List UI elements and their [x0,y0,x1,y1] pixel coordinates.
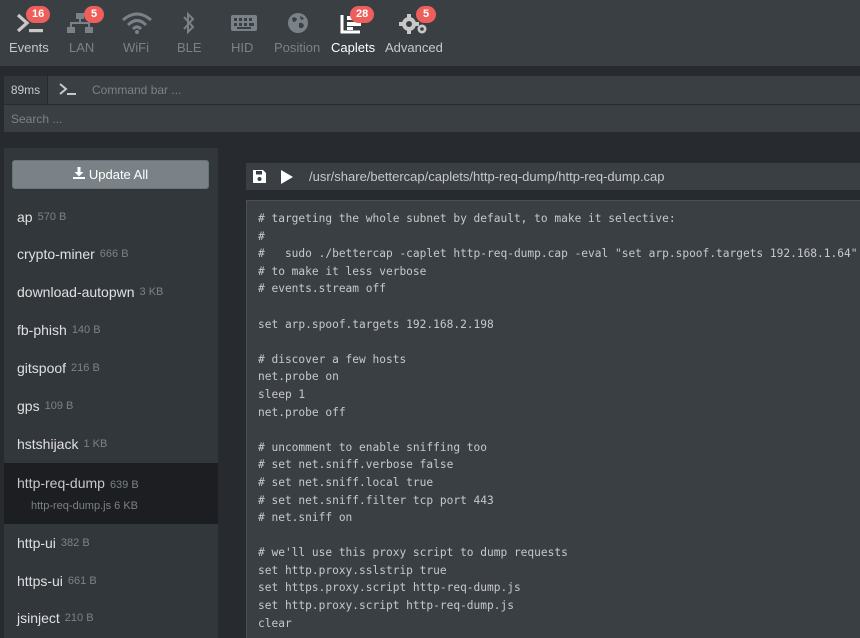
nav-tab-position[interactable]: Position [270,0,326,66]
wifi-icon [121,10,153,36]
nav-tab-events[interactable]: 16 Events [0,0,58,66]
keyboard-icon [230,10,258,36]
nav-label-lan: LAN [69,40,95,55]
nav-label-caplets: Caplets [331,40,376,55]
save-icon [253,170,266,183]
caplet-name: fb-phish [17,322,67,338]
caplet-name: gps [17,398,40,414]
caplet-item-download-autopwn[interactable]: download-autopwn 3 KB [4,273,218,311]
nav-tab-wifi[interactable]: WiFi [118,0,158,66]
caplet-size: 216 B [71,362,100,374]
caplet-item-http-req-dump[interactable]: http-req-dump 639 B http-req-dump.js 6 KB [4,463,218,524]
command-input[interactable] [88,76,860,104]
file-path: /usr/share/bettercap/caplets/http-req-du… [309,169,665,184]
globe-icon [286,10,310,36]
lan-badge: 5 [84,6,104,23]
caplet-name: jsinject [17,610,60,626]
caplet-size: 639 B [109,479,139,491]
caplet-item-http-ui[interactable]: http-ui 382 B [4,524,218,562]
code-editor[interactable]: # targeting the whole subnet by default,… [246,200,860,638]
run-button[interactable] [273,163,300,190]
caplet-item-gps[interactable]: gps 109 B [4,387,218,425]
nav-tab-ble[interactable]: BLE [172,0,208,66]
play-icon [280,169,293,184]
caplet-name: http-ui [17,535,56,551]
caplet-size: 109 B [44,400,74,412]
nav-label-hid: HID [231,40,254,55]
caplet-item-hstshijack[interactable]: hstshijack 1 KB [4,425,218,463]
events-badge: 16 [26,6,51,23]
caplet-item-jsinject[interactable]: jsinject 210 B [4,599,218,637]
top-nav: 16 Events 5 LAN WiFi BLE HID Position 28… [0,0,860,66]
caplet-item-https-ui[interactable]: https-ui 661 B [4,562,218,600]
latency-label: 89ms [4,76,48,104]
nav-label-advanced: Advanced [385,40,443,55]
update-all-label: Update All [88,167,149,182]
nav-tab-caplets[interactable]: 28 Caplets [328,0,380,66]
search-bar [4,105,860,132]
bluetooth-icon [181,10,197,36]
caplet-name: https-ui [17,573,63,589]
file-path-bar: /usr/share/bettercap/caplets/http-req-du… [246,163,860,190]
caplet-size: 661 B [67,575,97,587]
caplet-name: http-req-dump [17,475,105,491]
update-all-button[interactable]: Update All [12,160,209,189]
save-button[interactable] [246,163,273,190]
caplet-name: ap [17,209,33,225]
caplet-name: download-autopwn [17,284,135,300]
caplet-size: 3 KB [139,286,164,298]
caplet-item-crypto-miner[interactable]: crypto-miner 666 B [4,235,218,273]
caplet-size: 382 B [60,537,90,549]
caplets-sidebar: Update All ap 570 B crypto-miner 666 B dow… [4,148,218,638]
caplets-badge: 28 [350,6,375,23]
caplet-item-fb-phish[interactable]: fb-phish 140 B [4,311,218,349]
editor-panel: /usr/share/bettercap/caplets/http-req-du… [218,148,860,638]
caplet-name: gitspoof [17,360,67,376]
nav-label-ble: BLE [177,40,202,55]
nav-tab-advanced[interactable]: 5 Advanced [384,0,446,66]
nav-label-wifi: WiFi [123,40,149,55]
caplet-size: 140 B [71,324,101,336]
caplet-size: 666 B [99,248,129,260]
caplet-file-item[interactable]: http-req-dump.js 6 KB [31,500,138,512]
caplet-size: 1 KB [83,438,108,450]
nav-tab-hid[interactable]: HID [226,0,262,66]
caplet-item-ap[interactable]: ap 570 B [4,198,218,236]
advanced-badge: 5 [416,6,436,23]
nav-label-events: Events [9,40,49,55]
search-input[interactable] [4,105,860,132]
caplet-name: crypto-miner [17,246,95,262]
caplet-item-gitspoof[interactable]: gitspoof 216 B [4,349,218,387]
code-content[interactable]: # targeting the whole subnet by default,… [258,210,860,632]
nav-tab-lan[interactable]: 5 LAN [62,0,106,66]
terminal-prompt-icon [48,76,88,104]
download-icon [72,167,85,182]
caplet-name: hstshijack [17,436,79,452]
command-bar: 89ms [4,76,860,104]
nav-label-position: Position [274,40,321,55]
caplet-size: 210 B [64,612,94,624]
caplet-size: 570 B [37,211,67,223]
